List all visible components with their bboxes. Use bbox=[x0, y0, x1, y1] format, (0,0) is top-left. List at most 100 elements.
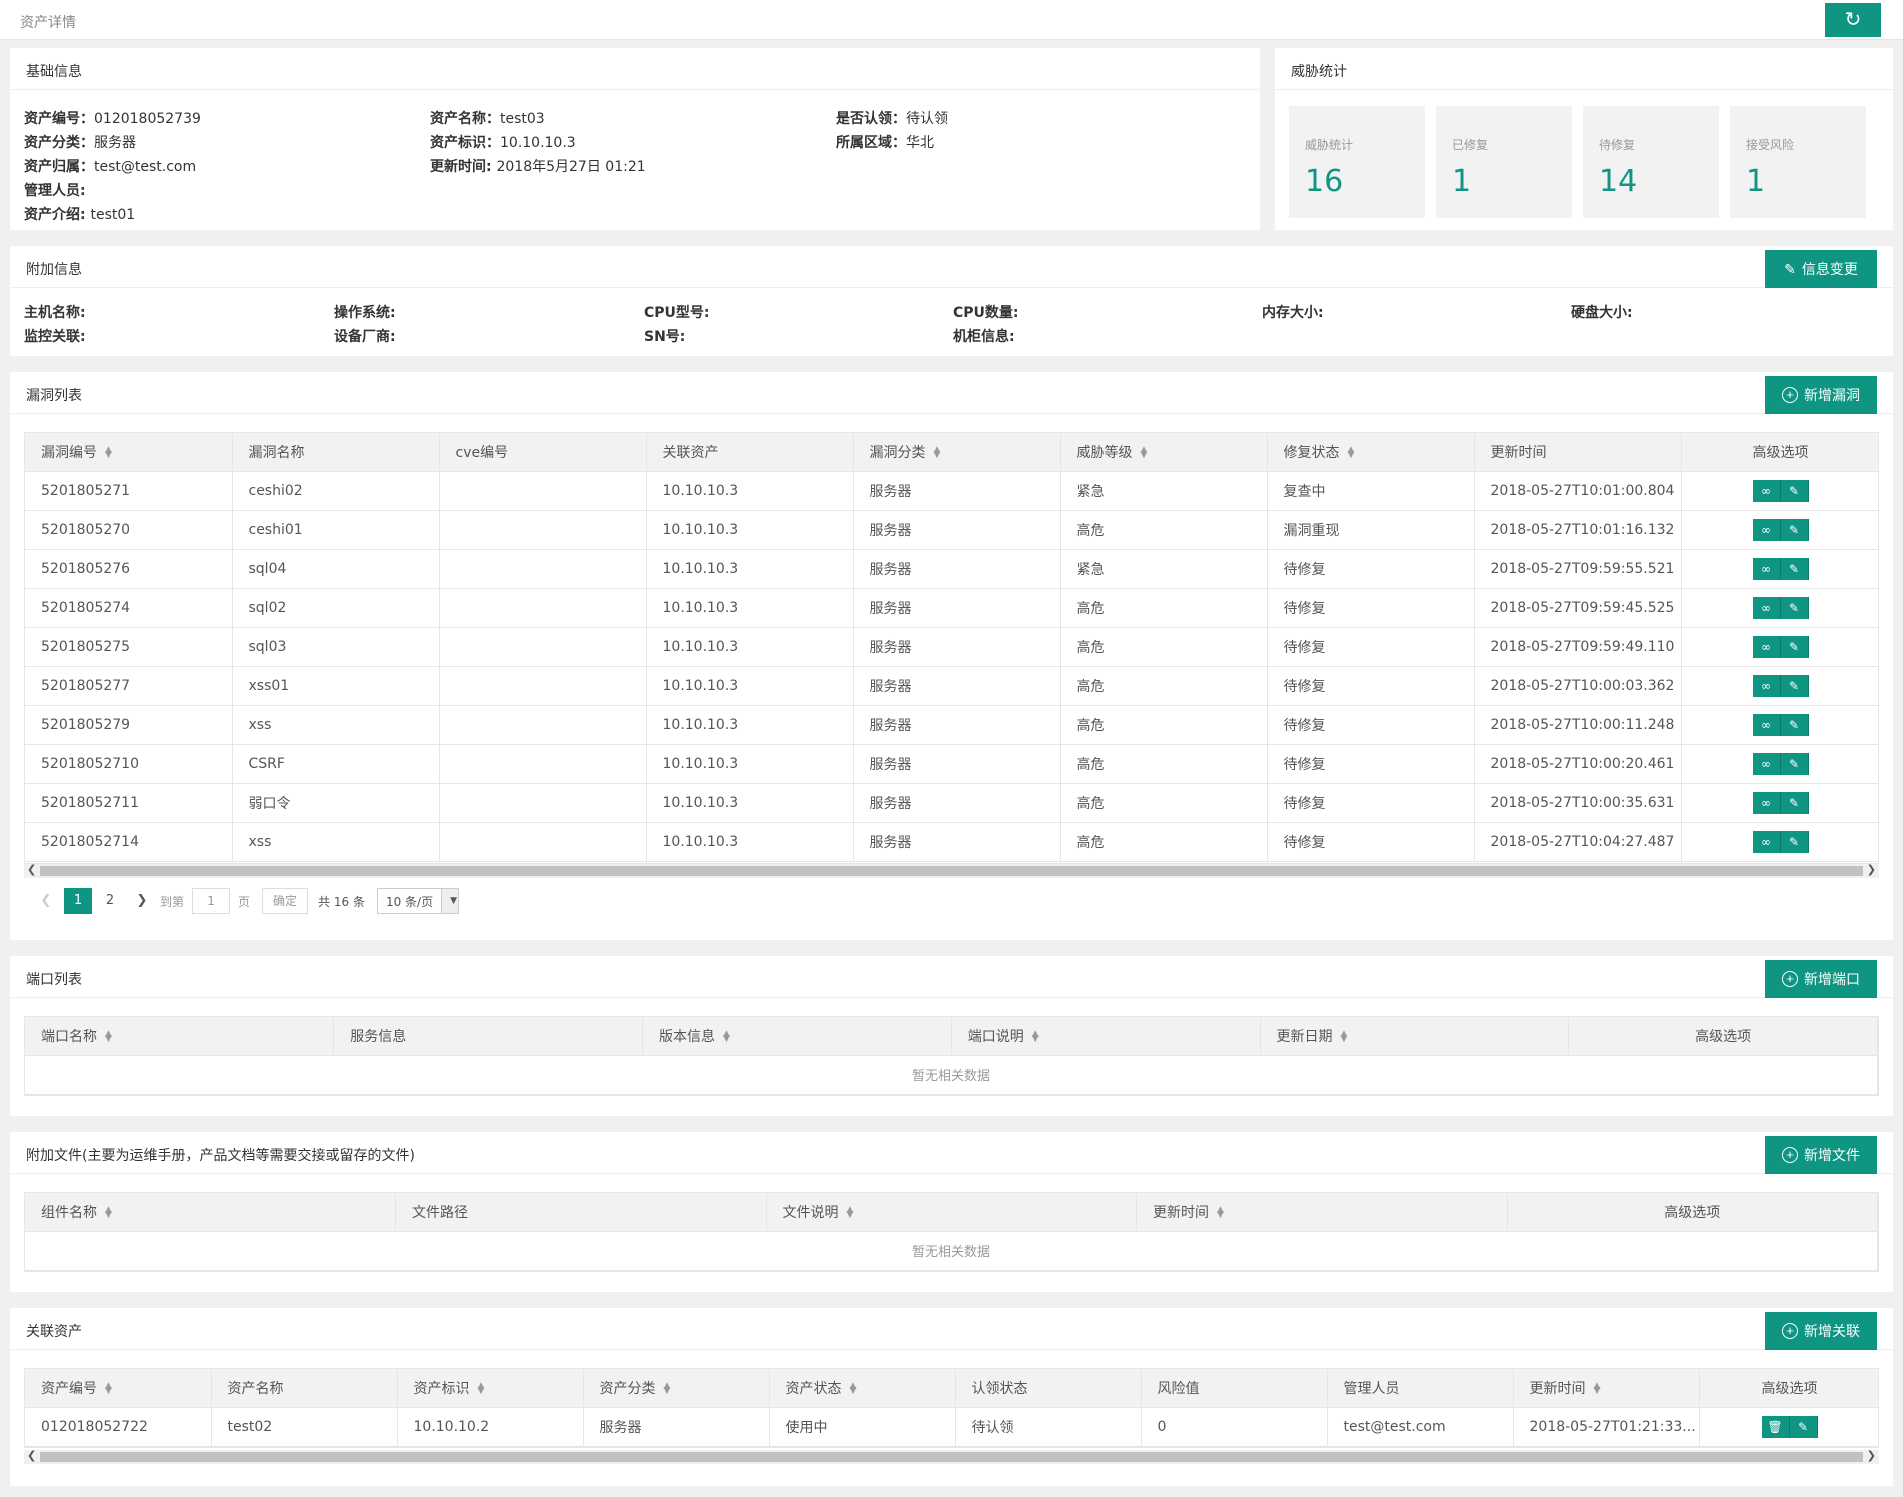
field-os: 操作系统: bbox=[334, 305, 396, 321]
goto-confirm-button[interactable]: 确定 bbox=[262, 888, 309, 914]
threat-stats-header: 威胁统计 bbox=[1275, 48, 1893, 90]
page-size-select[interactable]: 10 条/页 ▼ bbox=[376, 888, 460, 914]
table-row: 5201805270 ceshi01 10.10.10.3 服务器 高危 漏洞重现 2018… bbox=[25, 510, 1878, 550]
col-vuln-name: 漏洞名称 bbox=[232, 433, 440, 472]
col-level[interactable]: 威胁等级 ▲ ▼ bbox=[1060, 433, 1268, 472]
link-icon[interactable]: ∞ bbox=[1752, 518, 1781, 541]
table-cell: 10.10.10.3 bbox=[646, 744, 854, 784]
table-cell: 高危 bbox=[1060, 705, 1268, 745]
table-cell: 5201805271 bbox=[25, 471, 233, 511]
goto-page-input[interactable]: 1 bbox=[192, 888, 231, 914]
col-r-updated[interactable]: 更新时间 ▲ ▼ bbox=[1513, 1369, 1700, 1408]
next-page-icon[interactable]: ❯ bbox=[128, 888, 156, 914]
refresh-button[interactable]: ↻ bbox=[1825, 3, 1881, 37]
page-2[interactable]: 2 bbox=[96, 888, 124, 914]
file-table: 组件名称 ▲ ▼ 文件路径 文件说明 ▲ ▼ 更新时间 ▲ ▼ 高级选项 暂无相关数据 bbox=[24, 1192, 1879, 1272]
edit-icon[interactable]: ✎ bbox=[1780, 791, 1809, 814]
edit-icon[interactable]: ✎ bbox=[1780, 635, 1809, 658]
table-cell: 服务器 bbox=[853, 666, 1061, 706]
table-cell: 高危 bbox=[1060, 510, 1268, 550]
table-row: 5201805276 sql04 10.10.10.3 服务器 紧急 待修复 2018-05… bbox=[25, 549, 1878, 589]
extra-info-title: 附加信息 bbox=[26, 262, 82, 278]
add-port-button[interactable]: + 新增端口 bbox=[1765, 960, 1877, 998]
field-rack: 机柜信息: bbox=[953, 329, 1015, 345]
table-cell bbox=[439, 705, 647, 745]
col-component[interactable]: 组件名称 ▲ ▼ bbox=[25, 1193, 396, 1232]
col-port-updated[interactable]: 更新日期 ▲ ▼ bbox=[1260, 1017, 1570, 1056]
col-file-updated[interactable]: 更新时间 ▲ ▼ bbox=[1136, 1193, 1508, 1232]
table-cell: 5201805276 bbox=[25, 549, 233, 589]
add-relation-button[interactable]: + 新增关联 bbox=[1765, 1312, 1877, 1350]
col-r-asset-name: 资产名称 bbox=[211, 1369, 398, 1408]
link-icon[interactable]: ∞ bbox=[1752, 479, 1781, 502]
table-cell: 10.10.10.3 bbox=[646, 666, 854, 706]
vuln-hscrollbar[interactable]: ❮ ❯ bbox=[24, 863, 1879, 878]
table-cell: 5201805274 bbox=[25, 588, 233, 628]
link-icon[interactable]: ∞ bbox=[1752, 674, 1781, 697]
col-file-desc[interactable]: 文件说明 ▲ ▼ bbox=[766, 1193, 1137, 1232]
pencil-icon: ✎ bbox=[1784, 260, 1796, 277]
table-cell: CSRF bbox=[232, 744, 440, 784]
file-list-header: 附加文件(主要为运维手册，产品文档等需要交接或留存的文件) + 新增文件 bbox=[10, 1132, 1893, 1174]
field-updated: 更新时间: 2018年5月27日 01:21 bbox=[430, 159, 646, 175]
trash-icon[interactable]: 🗑 bbox=[1761, 1415, 1790, 1438]
edit-icon[interactable]: ✎ bbox=[1780, 830, 1809, 853]
col-status[interactable]: 修复状态 ▲ ▼ bbox=[1267, 433, 1475, 472]
prev-page-icon[interactable]: ❮ bbox=[32, 888, 60, 914]
col-vuln-id[interactable]: 漏洞编号 ▲ ▼ bbox=[25, 433, 233, 472]
table-cell bbox=[439, 783, 647, 823]
col-r-state[interactable]: 资产状态 ▲ ▼ bbox=[769, 1369, 956, 1408]
table-cell: 使用中 bbox=[769, 1407, 956, 1447]
goto-label: 到第 bbox=[160, 894, 185, 909]
file-list-card: 附加文件(主要为运维手册，产品文档等需要交接或留存的文件) + 新增文件 组件名称… bbox=[10, 1132, 1893, 1292]
page-1[interactable]: 1 bbox=[64, 888, 92, 914]
col-r-category[interactable]: 资产分类 ▲ ▼ bbox=[583, 1369, 770, 1408]
table-cell: 高危 bbox=[1060, 822, 1268, 862]
link-icon[interactable]: ∞ bbox=[1752, 752, 1781, 775]
add-vuln-button[interactable]: + 新增漏洞 bbox=[1765, 376, 1877, 414]
edit-icon[interactable]: ✎ bbox=[1780, 713, 1809, 736]
col-r-asset-tag[interactable]: 资产标识 ▲ ▼ bbox=[397, 1369, 584, 1408]
link-icon[interactable]: ∞ bbox=[1752, 830, 1781, 853]
col-service: 服务信息 bbox=[333, 1017, 643, 1056]
row-actions: ∞ ✎ bbox=[1681, 705, 1878, 745]
related-hscrollbar[interactable]: ❮ ❯ bbox=[24, 1449, 1879, 1464]
edit-icon[interactable]: ✎ bbox=[1780, 752, 1809, 775]
link-icon[interactable]: ∞ bbox=[1752, 713, 1781, 736]
link-icon[interactable]: ∞ bbox=[1752, 557, 1781, 580]
table-cell: 2018-05-27T10:00:03.362 bbox=[1474, 666, 1682, 706]
col-updated: 更新时间 bbox=[1474, 433, 1682, 472]
link-icon[interactable]: ∞ bbox=[1752, 791, 1781, 814]
basic-info-card: 基础信息 资产编号：012018052739 资产名称：test03 是否认领：… bbox=[10, 48, 1260, 230]
table-cell: 高危 bbox=[1060, 783, 1268, 823]
vuln-pagination: ❮ 1 2 ❯ 到第 1 页 确定 共 16 条 10 条/页 ▼ bbox=[32, 888, 460, 914]
add-file-button[interactable]: + 新增文件 bbox=[1765, 1136, 1877, 1174]
edit-icon[interactable]: ✎ bbox=[1780, 518, 1809, 541]
stat-total: 威胁统计 16 bbox=[1289, 106, 1425, 218]
sort-icon: ▲ ▼ bbox=[105, 1204, 112, 1220]
edit-icon[interactable]: ✎ bbox=[1780, 557, 1809, 580]
field-disk: 硬盘大小: bbox=[1571, 305, 1633, 321]
table-row: 5201805275 sql03 10.10.10.3 服务器 高危 待修复 2018-05… bbox=[25, 627, 1878, 667]
edit-icon[interactable]: ✎ bbox=[1780, 596, 1809, 619]
sort-icon: ▲ ▼ bbox=[1140, 444, 1148, 460]
table-cell: 服务器 bbox=[583, 1407, 770, 1447]
link-icon[interactable]: ∞ bbox=[1752, 596, 1781, 619]
table-cell: 10.10.10.3 bbox=[646, 627, 854, 667]
edit-icon[interactable]: ✎ bbox=[1780, 479, 1809, 502]
col-category[interactable]: 漏洞分类 ▲ ▼ bbox=[853, 433, 1061, 472]
related-table: 资产编号 ▲ ▼ 资产名称 资产标识 ▲ ▼ 资产分类 ▲ ▼ 资产状态 ▲ ▼ 认领状态 风险… bbox=[24, 1368, 1879, 1448]
field-asset-category: 资产分类：服务器 bbox=[24, 135, 136, 151]
table-cell: 52018052711 bbox=[25, 783, 233, 823]
edit-info-button[interactable]: ✎ 信息变更 bbox=[1765, 250, 1877, 288]
col-port-name[interactable]: 端口名称 ▲ ▼ bbox=[25, 1017, 335, 1056]
col-version[interactable]: 版本信息 ▲ ▼ bbox=[642, 1017, 952, 1056]
col-r-asset-id[interactable]: 资产编号 ▲ ▼ bbox=[25, 1369, 212, 1408]
edit-icon[interactable]: ✎ bbox=[1780, 674, 1809, 697]
table-cell: 5201805275 bbox=[25, 627, 233, 667]
col-port-desc[interactable]: 端口说明 ▲ ▼ bbox=[951, 1017, 1261, 1056]
table-cell: 10.10.10.3 bbox=[646, 510, 854, 550]
edit-icon[interactable]: ✎ bbox=[1789, 1415, 1818, 1438]
row-actions: ∞ ✎ bbox=[1681, 471, 1878, 511]
link-icon[interactable]: ∞ bbox=[1752, 635, 1781, 658]
